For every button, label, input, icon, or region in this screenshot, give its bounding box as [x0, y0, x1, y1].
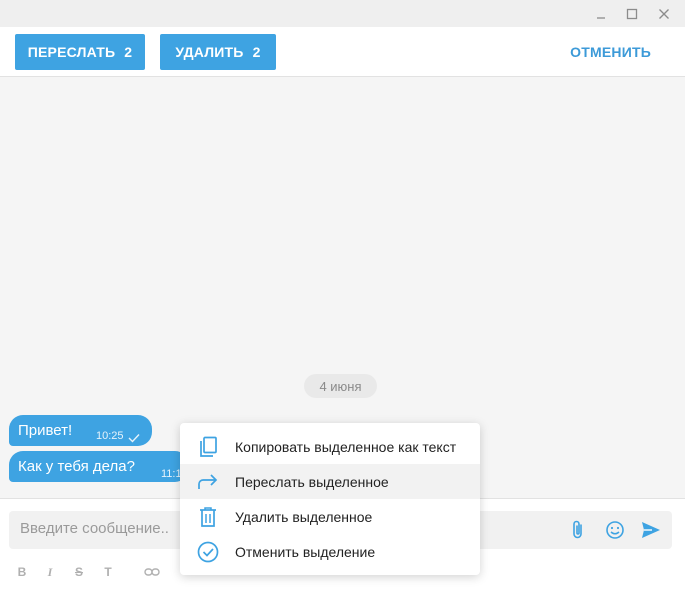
- menu-item-label: Отменить выделение: [235, 543, 376, 560]
- message-text: Привет!: [18, 422, 73, 439]
- sent-check-icon: [128, 430, 140, 448]
- menu-item-label: Переслать выделенное: [235, 473, 389, 490]
- forward-selected-button[interactable]: ПЕРЕСЛАТЬ 2: [15, 34, 145, 70]
- check-circle-icon: [180, 541, 235, 563]
- delete-selected-button[interactable]: УДАЛИТЬ 2: [160, 34, 276, 70]
- forward-count: 2: [124, 44, 133, 60]
- context-menu: Копировать выделенное как текст Переслат…: [180, 423, 480, 575]
- menu-item-delete-selected[interactable]: Удалить выделенное: [180, 499, 480, 534]
- delete-button-label: УДАЛИТЬ: [175, 44, 244, 60]
- message-bubble[interactable]: Привет! 10:25: [9, 415, 152, 446]
- trash-icon: [180, 506, 235, 528]
- attach-icon[interactable]: [565, 511, 591, 549]
- copy-icon: [180, 436, 235, 458]
- emoji-icon[interactable]: [602, 511, 628, 549]
- close-icon[interactable]: [649, 0, 679, 27]
- minimize-icon[interactable]: [586, 0, 616, 27]
- maximize-icon[interactable]: [617, 0, 647, 27]
- menu-item-label: Удалить выделенное: [235, 508, 373, 525]
- menu-item-label: Копировать выделенное как текст: [235, 438, 457, 455]
- message-bubble[interactable]: Как у тебя дела? 11:1: [9, 451, 189, 482]
- message-text: Как у тебя дела?: [18, 458, 135, 475]
- menu-item-copy-as-text[interactable]: Копировать выделенное как текст: [180, 429, 480, 464]
- italic-button[interactable]: I: [40, 561, 60, 583]
- strikethrough-button[interactable]: S: [69, 561, 89, 583]
- cancel-selection-button[interactable]: ОТМЕНИТЬ: [570, 34, 651, 70]
- date-separator: 4 июня: [304, 374, 377, 398]
- send-icon[interactable]: [638, 511, 664, 549]
- bold-button[interactable]: B: [12, 561, 32, 583]
- message-input-placeholder: Введите сообщение..: [20, 520, 169, 537]
- selection-toolbar: ПЕРЕСЛАТЬ 2 УДАЛИТЬ 2 ОТМЕНИТЬ: [0, 27, 685, 77]
- forward-icon: [180, 473, 235, 491]
- menu-item-forward-selected[interactable]: Переслать выделенное: [180, 464, 480, 499]
- message-time: 11:1: [161, 468, 182, 480]
- monospace-button[interactable]: T: [98, 561, 118, 583]
- message-time: 10:25: [96, 430, 124, 442]
- delete-count: 2: [252, 44, 261, 60]
- link-icon[interactable]: [142, 561, 162, 583]
- forward-button-label: ПЕРЕСЛАТЬ: [27, 44, 116, 60]
- menu-item-cancel-selection[interactable]: Отменить выделение: [180, 534, 480, 569]
- window-titlebar: [0, 0, 685, 27]
